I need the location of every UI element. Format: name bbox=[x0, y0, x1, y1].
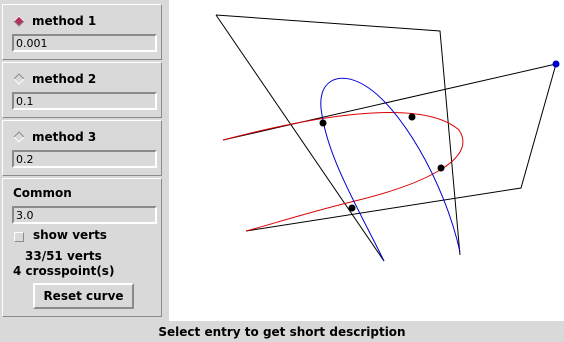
curve-drawing bbox=[215, 14, 560, 262]
crosspoints-info: 4 crosspoint(s) bbox=[13, 264, 115, 278]
common-input[interactable] bbox=[12, 206, 157, 224]
crosspoint-4 bbox=[348, 204, 356, 212]
common-label: Common bbox=[13, 186, 72, 200]
method-1-input[interactable] bbox=[12, 34, 157, 52]
show-verts-checkbox[interactable] bbox=[14, 232, 24, 242]
method-1-label: method 1 bbox=[32, 14, 97, 28]
control-line-2 bbox=[222, 63, 557, 141]
control-vertex[interactable] bbox=[552, 60, 560, 68]
method-3-group: method 3 bbox=[2, 120, 162, 176]
method-1-radio[interactable]: method 1 bbox=[13, 13, 96, 29]
method-1-group: method 1 bbox=[2, 4, 162, 60]
reset-curve-button[interactable]: Reset curve bbox=[33, 283, 134, 309]
show-verts-label: show verts bbox=[33, 228, 107, 242]
status-bar: Select entry to get short description bbox=[0, 321, 564, 342]
control-polygon-1 bbox=[215, 14, 461, 256]
common-group: Common show verts 33/51 verts 4 crosspoi… bbox=[2, 178, 162, 317]
crosspoint-3 bbox=[437, 164, 445, 172]
method-3-radio[interactable]: method 3 bbox=[13, 129, 96, 145]
method-2-input[interactable] bbox=[12, 92, 157, 110]
method-3-label: method 3 bbox=[32, 130, 97, 144]
method-2-radio[interactable]: method 2 bbox=[13, 71, 96, 87]
radio-unselected-icon bbox=[13, 73, 25, 85]
radio-selected-icon bbox=[13, 15, 25, 27]
left-control-panel: method 1 method 2 method 3 Common show v… bbox=[0, 0, 167, 321]
method-2-label: method 2 bbox=[32, 72, 97, 86]
radio-unselected-icon bbox=[13, 131, 25, 143]
status-text: Select entry to get short description bbox=[158, 324, 406, 339]
crosspoint-1 bbox=[319, 119, 327, 127]
control-polygon-2 bbox=[245, 63, 557, 232]
verts-info: 33/51 verts bbox=[25, 249, 102, 263]
method-3-input[interactable] bbox=[12, 150, 157, 168]
control-line-1 bbox=[215, 14, 385, 262]
red-curve bbox=[222, 112, 464, 232]
method-2-group: method 2 bbox=[2, 62, 162, 118]
crosspoint-2 bbox=[408, 113, 416, 121]
curve-canvas[interactable] bbox=[169, 0, 564, 321]
